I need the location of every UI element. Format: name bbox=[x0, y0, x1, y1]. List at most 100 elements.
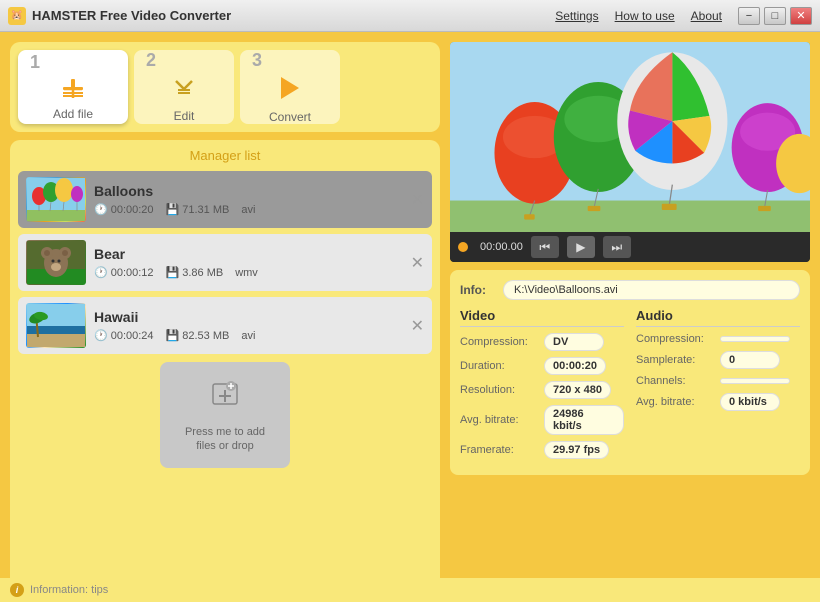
audio-bitrate-field: Avg. bitrate: 0 kbit/s bbox=[636, 393, 800, 411]
file-name-bear: Bear bbox=[94, 246, 403, 262]
video-resolution-label: Resolution: bbox=[460, 384, 540, 396]
step-edit[interactable]: 2 Edit bbox=[134, 50, 234, 124]
video-duration-field: Duration: 00:00:20 bbox=[460, 357, 624, 375]
step-2-label: Edit bbox=[174, 109, 195, 123]
file-info-bear: Bear 🕐 00:00:12 💾 3.86 MB wmv bbox=[94, 246, 403, 279]
video-bitrate-label: Avg. bitrate: bbox=[460, 414, 540, 426]
manager-title: Manager list bbox=[18, 148, 432, 163]
file-list: Balloons 🕐 00:00:20 💾 71.31 MB avi ✕ bbox=[18, 171, 432, 354]
close-bear[interactable]: ✕ bbox=[411, 253, 424, 273]
fast-forward-button[interactable]: ⏭ bbox=[603, 236, 631, 258]
file-name-balloons: Balloons bbox=[94, 183, 403, 199]
duration-balloons: 🕐 00:00:20 bbox=[94, 203, 154, 216]
info-path: K:\Video\Balloons.avi bbox=[503, 280, 800, 300]
how-to-use-link[interactable]: How to use bbox=[615, 9, 675, 23]
size-hawaii: 💾 82.53 MB bbox=[166, 329, 230, 342]
window-controls: − □ ✕ bbox=[738, 7, 812, 25]
thumb-hawaii bbox=[26, 303, 86, 348]
title-bar: 🐹 HAMSTER Free Video Converter Settings … bbox=[0, 0, 820, 32]
step-3-label: Convert bbox=[269, 110, 311, 124]
step-convert[interactable]: 3 Convert bbox=[240, 50, 340, 124]
audio-channels-label: Channels: bbox=[636, 375, 716, 387]
video-duration-value: 00:00:20 bbox=[544, 357, 606, 375]
ext-hawaii: avi bbox=[241, 330, 255, 342]
file-meta-hawaii: 🕐 00:00:24 💾 82.53 MB avi bbox=[94, 329, 403, 342]
step-add-file[interactable]: 1 Add file bbox=[18, 50, 128, 124]
maximize-button[interactable]: □ bbox=[764, 7, 786, 25]
thumb-balloons bbox=[26, 177, 86, 222]
file-info-balloons: Balloons 🕐 00:00:20 💾 71.31 MB avi bbox=[94, 183, 403, 216]
video-preview: 00:00.00 ⏮ ▶ ⏭ bbox=[450, 42, 810, 262]
audio-col-title: Audio bbox=[636, 308, 800, 327]
step-1-number: 1 bbox=[30, 53, 40, 71]
info-icon: i bbox=[10, 583, 24, 597]
thumb-bear bbox=[26, 240, 86, 285]
left-panel: 1 Add file 2 bbox=[10, 42, 440, 592]
step-3-number: 3 bbox=[252, 51, 262, 69]
video-bitrate-value: 24986 kbit/s bbox=[544, 405, 624, 435]
audio-samplerate-value: 0 bbox=[720, 351, 780, 369]
convert-icon bbox=[277, 73, 303, 106]
edit-icon bbox=[171, 73, 197, 105]
title-bar-nav: Settings How to use About bbox=[555, 9, 722, 23]
audio-compression-value bbox=[720, 336, 790, 342]
video-bitrate-field: Avg. bitrate: 24986 kbit/s bbox=[460, 405, 624, 435]
close-hawaii[interactable]: ✕ bbox=[411, 316, 424, 336]
manager-section: Manager list bbox=[10, 140, 440, 592]
duration-bear: 🕐 00:00:12 bbox=[94, 266, 154, 279]
size-balloons: 💾 71.31 MB bbox=[166, 203, 230, 216]
video-resolution-field: Resolution: 720 x 480 bbox=[460, 381, 624, 399]
info-label: Info: bbox=[460, 283, 495, 297]
add-files-button[interactable]: Press me to addfiles or drop bbox=[160, 362, 290, 468]
close-button[interactable]: ✕ bbox=[790, 7, 812, 25]
app-icon: 🐹 bbox=[8, 7, 26, 25]
video-time: 00:00.00 bbox=[480, 241, 523, 253]
add-file-icon bbox=[59, 75, 87, 103]
ext-bear: wmv bbox=[235, 267, 258, 279]
progress-indicator bbox=[458, 242, 468, 252]
audio-info-col: Audio Compression: Samplerate: 0 Channel… bbox=[636, 308, 800, 465]
file-info-hawaii: Hawaii 🕐 00:00:24 💾 82.53 MB avi bbox=[94, 309, 403, 342]
video-controls: 00:00.00 ⏮ ▶ ⏭ bbox=[450, 232, 810, 262]
info-bar-text: Information: tips bbox=[30, 584, 108, 596]
video-framerate-label: Framerate: bbox=[460, 444, 540, 456]
audio-channels-value bbox=[720, 378, 790, 384]
audio-compression-field: Compression: bbox=[636, 333, 800, 345]
video-compression-value: DV bbox=[544, 333, 604, 351]
audio-bitrate-label: Avg. bitrate: bbox=[636, 396, 716, 408]
video-framerate-field: Framerate: 29.97 fps bbox=[460, 441, 624, 459]
audio-samplerate-label: Samplerate: bbox=[636, 354, 716, 366]
about-link[interactable]: About bbox=[691, 9, 722, 23]
info-bar: i Information: tips bbox=[0, 578, 820, 602]
file-item-balloons[interactable]: Balloons 🕐 00:00:20 💾 71.31 MB avi ✕ bbox=[18, 171, 432, 228]
video-info-col: Video Compression: DV Duration: 00:00:20… bbox=[460, 308, 624, 465]
video-content bbox=[450, 42, 810, 232]
app-title: HAMSTER Free Video Converter bbox=[32, 8, 555, 23]
add-files-label: Press me to addfiles or drop bbox=[185, 425, 265, 454]
video-compression-label: Compression: bbox=[460, 336, 540, 348]
minimize-button[interactable]: − bbox=[738, 7, 760, 25]
step-2-number: 2 bbox=[146, 51, 156, 69]
audio-channels-field: Channels: bbox=[636, 375, 800, 387]
add-files-icon bbox=[207, 376, 243, 419]
audio-compression-label: Compression: bbox=[636, 333, 716, 345]
file-item-bear[interactable]: Bear 🕐 00:00:12 💾 3.86 MB wmv ✕ bbox=[18, 234, 432, 291]
settings-link[interactable]: Settings bbox=[555, 9, 598, 23]
file-item-hawaii[interactable]: Hawaii 🕐 00:00:24 💾 82.53 MB avi ✕ bbox=[18, 297, 432, 354]
file-meta-bear: 🕐 00:00:12 💾 3.86 MB wmv bbox=[94, 266, 403, 279]
info-columns: Video Compression: DV Duration: 00:00:20… bbox=[460, 308, 800, 465]
ext-balloons: avi bbox=[241, 204, 255, 216]
main-content: 1 Add file 2 bbox=[0, 32, 820, 602]
right-panel: 00:00.00 ⏮ ▶ ⏭ Info: K:\Video\Balloons.a… bbox=[450, 42, 810, 592]
play-button[interactable]: ▶ bbox=[567, 236, 595, 258]
add-files-area: Press me to addfiles or drop bbox=[18, 362, 432, 468]
video-resolution-value: 720 x 480 bbox=[544, 381, 611, 399]
rewind-button[interactable]: ⏮ bbox=[531, 236, 559, 258]
file-meta-balloons: 🕐 00:00:20 💾 71.31 MB avi bbox=[94, 203, 403, 216]
video-duration-label: Duration: bbox=[460, 360, 540, 372]
close-balloons[interactable]: ✕ bbox=[411, 190, 424, 210]
audio-samplerate-field: Samplerate: 0 bbox=[636, 351, 800, 369]
duration-hawaii: 🕐 00:00:24 bbox=[94, 329, 154, 342]
video-col-title: Video bbox=[460, 308, 624, 327]
info-section: Info: K:\Video\Balloons.avi Video Compre… bbox=[450, 270, 810, 475]
